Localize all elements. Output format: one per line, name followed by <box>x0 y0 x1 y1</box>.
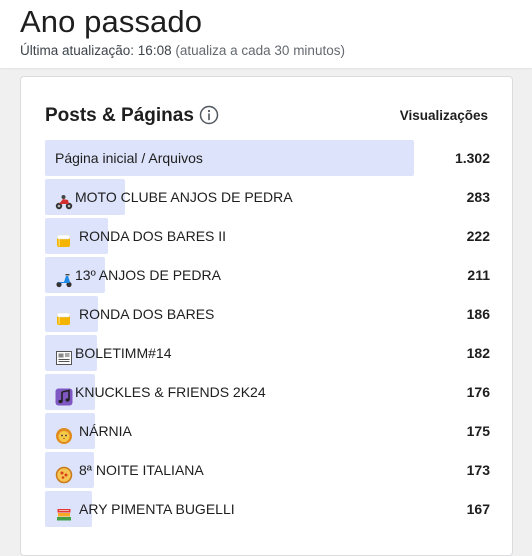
page-header: Ano passado Última atualização: 16:08 (a… <box>0 0 532 68</box>
beer-mug-icon <box>55 305 73 325</box>
post-title: ARY PIMENTA BUGELLI <box>79 501 235 517</box>
posts-pages-card: Posts & Páginas Visualizações Página ini… <box>20 76 513 556</box>
newspaper-icon <box>55 344 73 365</box>
scooter-icon <box>55 266 73 288</box>
post-title-link[interactable]: KNUCKLES & FRIENDS 2K24 <box>55 374 266 410</box>
post-title: 8ª NOITE ITALIANA <box>79 462 204 478</box>
post-title: RONDA DOS BARES <box>79 306 215 322</box>
last-updated-time: Última atualização: 16:08 <box>20 43 172 58</box>
view-count: 222 <box>466 228 490 244</box>
lion-face-icon <box>55 422 73 444</box>
post-row[interactable]: RONDA DOS BARES 186 <box>45 296 490 332</box>
post-row[interactable]: 13º ANJOS DE PEDRA 211 <box>45 257 490 293</box>
view-count: 173 <box>466 462 490 478</box>
post-title: KNUCKLES & FRIENDS 2K24 <box>75 384 266 400</box>
post-row[interactable]: Página inicial / Arquivos 1.302 <box>45 140 490 176</box>
pizza-icon <box>55 461 73 484</box>
post-title-link[interactable]: MOTO CLUBE ANJOS DE PEDRA <box>55 179 293 215</box>
info-circle-icon[interactable] <box>199 105 219 125</box>
post-title: BOLETIMM#14 <box>75 345 172 361</box>
view-count: 175 <box>466 423 490 439</box>
views-column-header: Visualizações <box>399 108 488 123</box>
beer-mug-icon <box>55 227 73 247</box>
last-updated: Última atualização: 16:08 (atualiza a ca… <box>20 43 345 58</box>
post-title-link[interactable]: NÁRNIA <box>55 413 132 449</box>
post-row[interactable]: 8ª NOITE ITALIANA 173 <box>45 452 490 488</box>
post-row[interactable]: BOLETIMM#14 182 <box>45 335 490 371</box>
card-title: Posts & Páginas <box>45 105 194 126</box>
refresh-interval: (atualiza a cada 30 minutos) <box>175 43 345 58</box>
view-count: 176 <box>466 384 490 400</box>
view-count: 1.302 <box>454 150 490 166</box>
post-title-link[interactable]: BOLETIMM#14 <box>55 335 171 371</box>
post-title-link[interactable]: RONDA DOS BARES II <box>55 218 226 254</box>
post-row[interactable]: ARY PIMENTA BUGELLI 167 <box>45 491 490 527</box>
view-count: 167 <box>466 501 490 517</box>
post-row[interactable]: MOTO CLUBE ANJOS DE PEDRA 283 <box>45 179 490 215</box>
post-title-link[interactable]: 8ª NOITE ITALIANA <box>55 452 204 488</box>
view-count: 186 <box>466 306 490 322</box>
view-count: 283 <box>466 189 490 205</box>
motorcycle-icon <box>55 188 73 210</box>
post-title-link[interactable]: RONDA DOS BARES <box>55 296 214 332</box>
post-title: 13º ANJOS DE PEDRA <box>75 267 221 283</box>
view-count: 211 <box>467 267 490 283</box>
post-title: NÁRNIA <box>79 423 132 439</box>
post-row[interactable]: RONDA DOS BARES II 222 <box>45 218 490 254</box>
posts-list: Página inicial / Arquivos 1.302 MOTO CLUBE… <box>45 140 490 530</box>
post-title: MOTO CLUBE ANJOS DE PEDRA <box>75 189 293 205</box>
view-count: 182 <box>466 345 490 361</box>
music-notes-icon <box>55 383 73 406</box>
post-title: RONDA DOS BARES II <box>79 228 227 244</box>
post-title-link[interactable]: ARY PIMENTA BUGELLI <box>55 491 235 527</box>
books-icon <box>55 500 73 521</box>
post-title-link[interactable]: Página inicial / Arquivos <box>55 140 203 176</box>
page-title: Ano passado <box>20 4 203 39</box>
post-title: Página inicial / Arquivos <box>55 150 203 166</box>
post-title-link[interactable]: 13º ANJOS DE PEDRA <box>55 257 221 293</box>
post-row[interactable]: KNUCKLES & FRIENDS 2K24 176 <box>45 374 490 410</box>
post-row[interactable]: NÁRNIA 175 <box>45 413 490 449</box>
